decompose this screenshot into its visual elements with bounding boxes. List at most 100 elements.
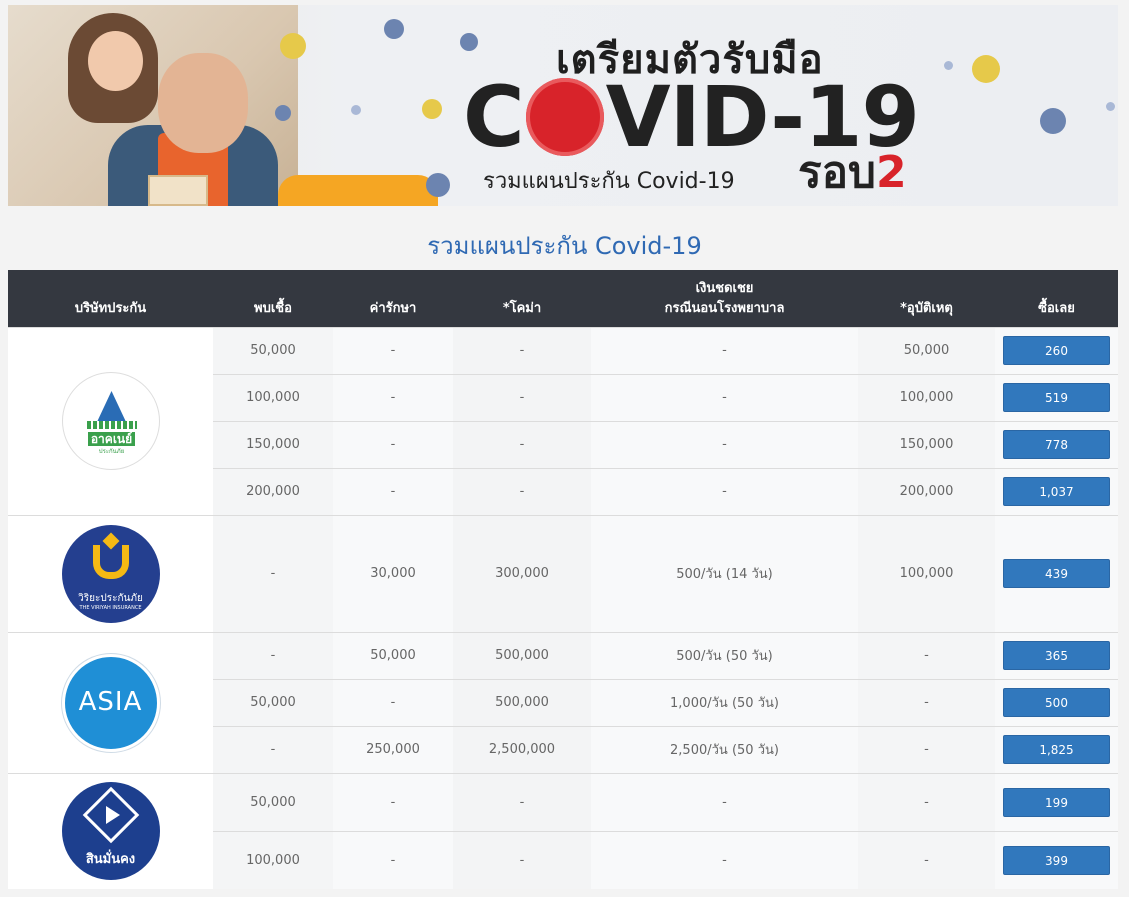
hospital-cell: - xyxy=(591,467,858,515)
table-row: สินมั่นคง 50,000- - - -199 xyxy=(8,772,1118,889)
treatment-cell: 50,000 xyxy=(333,631,453,679)
hospital-cell: - xyxy=(591,830,858,889)
treatment-cell: - xyxy=(333,420,453,468)
header-hospital-line2: กรณีนอนโรงพยาบาล xyxy=(664,300,785,316)
buy-button[interactable]: 199 xyxy=(1003,787,1110,817)
logo-name: อาคเนย์ xyxy=(87,432,136,446)
coma-cell: - xyxy=(453,420,591,468)
header-treatment: ค่ารักษา xyxy=(333,270,453,327)
section-title: รวมแผนประกัน Covid-19 xyxy=(427,232,702,260)
banner-subtitle: รวมแผนประกัน Covid-19 xyxy=(483,169,735,194)
temple-icon xyxy=(96,391,127,423)
plans-table: บริษัทประกัน พบเชื้อ ค่ารักษา *โคม่า เงิ… xyxy=(8,270,1118,889)
buy-button[interactable]: 260 xyxy=(1003,336,1110,365)
coma-cell: - xyxy=(453,373,591,421)
found-cell: 50,000 xyxy=(213,772,333,831)
found-cell: 100,000 xyxy=(213,373,333,421)
coma-cell: 500,000 xyxy=(453,631,591,679)
header-found: พบเชื้อ xyxy=(213,270,333,327)
virus-icon xyxy=(460,33,478,51)
buy-cell: 399 xyxy=(995,830,1118,889)
coma-cell: 300,000 xyxy=(453,514,591,632)
company-cell: อาคเนย์ประกันภัย xyxy=(8,326,213,515)
buy-button[interactable]: 1,825 xyxy=(1003,735,1110,764)
accident-cell: - xyxy=(858,631,995,679)
virus-icon xyxy=(384,19,404,39)
girl-face-shape xyxy=(88,31,143,91)
table-row: วิริยะประกันภัย THE VIRIYAH INSURANCE -30,… xyxy=(8,514,1118,632)
covid-letter-c: C xyxy=(463,68,525,166)
table-row: ASIA -50,000 500,000 500/วัน (50 วัน) -365 xyxy=(8,631,1118,773)
header-hospital: เงินชดเชยกรณีนอนโรงพยาบาล xyxy=(591,270,858,327)
hospital-cell: 500/วัน (50 วัน) xyxy=(591,631,858,679)
buy-cell: 439 xyxy=(995,514,1118,632)
treatment-cell: 30,000 xyxy=(333,514,453,632)
virus-icon xyxy=(426,173,450,197)
hospital-cell: 1,000/วัน (50 วัน) xyxy=(591,678,858,726)
accident-cell: 100,000 xyxy=(858,373,995,421)
buy-cell: 778 xyxy=(995,420,1118,468)
found-cell: - xyxy=(213,514,333,632)
buy-button[interactable]: 778 xyxy=(1003,430,1110,459)
found-cell: 150,000 xyxy=(213,420,333,468)
found-cell: 200,000 xyxy=(213,467,333,515)
logo-text: สินมั่นคง xyxy=(85,852,136,868)
virus-icon xyxy=(944,61,953,70)
buy-cell: 260 xyxy=(995,326,1118,374)
found-cell: 50,000 xyxy=(213,326,333,374)
viriyah-emblem-icon xyxy=(92,544,129,579)
buy-cell: 1,037 xyxy=(995,467,1118,515)
hospital-cell: - xyxy=(591,420,858,468)
hospital-cell: 2,500/วัน (50 วัน) xyxy=(591,725,858,773)
coma-cell: - xyxy=(453,326,591,374)
treatment-cell: - xyxy=(333,326,453,374)
table-header-row: บริษัทประกัน พบเชื้อ ค่ารักษา *โคม่า เงิ… xyxy=(8,270,1118,327)
treatment-cell: - xyxy=(333,772,453,831)
found-cell: - xyxy=(213,631,333,679)
accident-cell: 200,000 xyxy=(858,467,995,515)
accident-cell: 150,000 xyxy=(858,420,995,468)
round-label: รอบ xyxy=(798,147,876,198)
treatment-cell: - xyxy=(333,830,453,889)
coma-cell: - xyxy=(453,772,591,831)
buy-cell: 365 xyxy=(995,631,1118,679)
hospital-cell: - xyxy=(591,326,858,374)
hospital-cell: - xyxy=(591,772,858,831)
buy-button[interactable]: 399 xyxy=(1003,845,1110,875)
buy-button[interactable]: 500 xyxy=(1003,688,1110,717)
coronavirus-icon xyxy=(525,78,604,156)
company-cell: ASIA xyxy=(8,631,213,773)
sofa-shape xyxy=(278,175,438,206)
coma-cell: - xyxy=(453,467,591,515)
buy-button[interactable]: 519 xyxy=(1003,383,1110,412)
buy-button[interactable]: 365 xyxy=(1003,641,1110,670)
play-triangle-icon xyxy=(105,806,120,825)
coma-cell: 500,000 xyxy=(453,678,591,726)
header-buy: ซื้อเลย xyxy=(995,270,1118,327)
found-cell: - xyxy=(213,725,333,773)
hospital-cell: 500/วัน (14 วัน) xyxy=(591,514,858,632)
covid-banner[interactable]: เตรียมตัวรับมือ C VID-19 รวมแผนประกัน Cov… xyxy=(8,5,1118,206)
virus-icon xyxy=(275,105,291,121)
found-cell: 50,000 xyxy=(213,678,333,726)
buy-button[interactable]: 439 xyxy=(1003,559,1110,588)
logo-stripes xyxy=(86,421,137,429)
virus-icon xyxy=(351,105,361,115)
round-number: 2 xyxy=(876,147,907,198)
treatment-cell: - xyxy=(333,373,453,421)
header-accident: *อุบัติเหตุ xyxy=(858,270,995,327)
logo-subtext: ประกันภัย xyxy=(98,448,125,455)
man-face-shape xyxy=(158,53,248,153)
accident-cell: - xyxy=(858,725,995,773)
company-cell: วิริยะประกันภัย THE VIRIYAH INSURANCE xyxy=(8,514,213,632)
family-photo xyxy=(8,5,438,206)
buy-cell: 519 xyxy=(995,373,1118,421)
buy-cell: 1,825 xyxy=(995,725,1118,773)
header-coma: *โคม่า xyxy=(453,270,591,327)
sinmun-logo-icon: สินมั่นคง xyxy=(61,782,160,881)
logo-subtext: THE VIRIYAH INSURANCE xyxy=(79,604,142,611)
header-company: บริษัทประกัน xyxy=(8,270,213,327)
header-hospital-line1: เงินชดเชย xyxy=(695,280,754,296)
buy-button[interactable]: 1,037 xyxy=(1003,477,1110,506)
virus-icon xyxy=(1040,108,1066,134)
